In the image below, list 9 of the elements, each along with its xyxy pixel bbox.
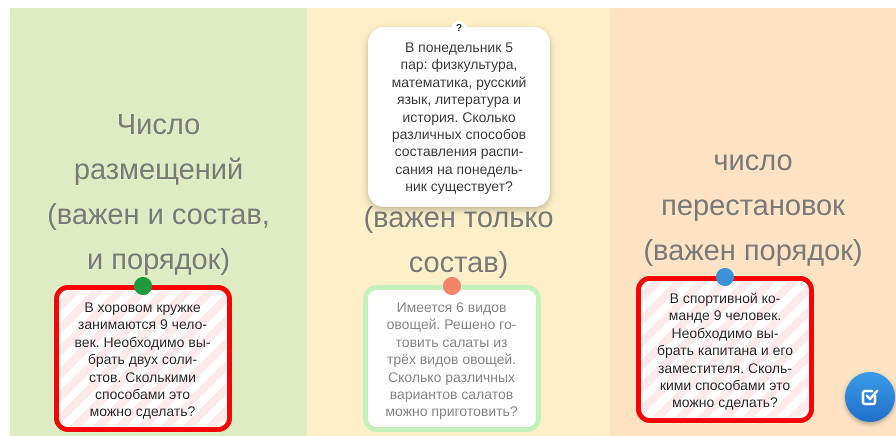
checkbox-icon (860, 387, 880, 407)
answer-card[interactable]: В хоровом кружке занимаются 9 чело- век. Необходимо вы- брать двух соли- стов. Сколькими способами это можно сделать? (54, 285, 232, 432)
category-heading: Число размещений (важен и состав, и порядок) (46, 108, 271, 278)
card-text: В хоровом кружке занимаются 9 чело- век. Необходимо вы- брать двух соли- стов. Сколькими способами это можно сделать? (74, 299, 212, 421)
category-heading: число перестановок (важен порядок) (642, 144, 864, 269)
question-text: В понедельник 5 пар: физкультура, математика, русский язык, литература и история. Сколько различных способов составления распи- сания на понедель- ник существует? (390, 39, 528, 196)
card-text: В спортивной ко- манде 9 человек. Необходимо вы- брать капитана и его заместителя. Сколь- кими способами это можно сделать? (656, 290, 794, 412)
answer-card[interactable]: В спортивной ко- манде 9 человек. Необходимо вы- брать капитана и его заместителя. Сколь- кими способами это можно сделать? (636, 276, 814, 423)
card-text: Имеется 6 видов овощей. Решено го- товить салаты из трёх видов овощей. Сколько различных вариантов салатов можно приготовить? (384, 299, 519, 421)
